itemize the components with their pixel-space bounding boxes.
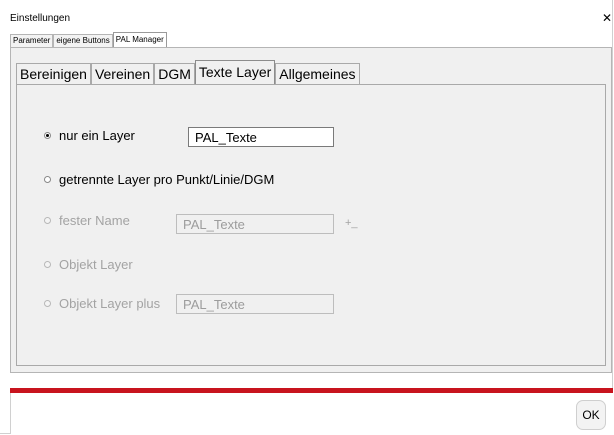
option-nur-ein-layer[interactable]: nur ein Layer: [44, 128, 135, 143]
objekt-layer-plus-input[interactable]: [176, 294, 334, 314]
radio-nur-ein-layer[interactable]: [44, 132, 51, 139]
fester-name-input[interactable]: [176, 214, 334, 234]
button-bar: [10, 393, 613, 434]
tab-allgemeines[interactable]: Allgemeines: [275, 63, 360, 84]
tab-texte-layer[interactable]: Texte Layer: [194, 60, 276, 84]
radio-objekt-layer[interactable]: [44, 261, 51, 268]
layer-name-input[interactable]: [188, 127, 334, 147]
label-nur-ein-layer: nur ein Layer: [59, 128, 135, 143]
option-fester-name[interactable]: fester Name: [44, 213, 130, 228]
label-objekt-layer: Objekt Layer: [59, 257, 133, 272]
option-getrennte-layer[interactable]: getrennte Layer pro Punkt/Linie/DGM: [44, 172, 274, 187]
label-getrennte-layer: getrennte Layer pro Punkt/Linie/DGM: [59, 172, 275, 187]
fester-name-suffix: +_: [345, 217, 358, 229]
option-objekt-layer[interactable]: Objekt Layer: [44, 257, 133, 272]
option-objekt-layer-plus[interactable]: Objekt Layer plus: [44, 296, 160, 311]
window-title: Einstellungen: [10, 13, 71, 24]
label-fester-name: fester Name: [59, 213, 130, 228]
tab-parameter[interactable]: Parameter: [10, 34, 54, 47]
label-objekt-layer-plus: Objekt Layer plus: [59, 296, 161, 311]
tab-eigene-buttons[interactable]: eigene Buttons: [53, 34, 113, 47]
close-icon[interactable]: ✕: [602, 12, 612, 24]
tab-bereinigen[interactable]: Bereinigen: [16, 63, 91, 84]
radio-fester-name[interactable]: [44, 217, 51, 224]
radio-objekt-layer-plus[interactable]: [44, 300, 51, 307]
tab-pal-manager[interactable]: PAL Manager: [112, 32, 167, 47]
radio-getrennte-layer[interactable]: [44, 176, 51, 183]
ok-button[interactable]: OK: [576, 400, 606, 430]
tab-vereinen[interactable]: Vereinen: [90, 63, 155, 84]
inner-tab-bar: Bereinigen Vereinen DGM Texte Layer Allg…: [16, 60, 360, 84]
outer-tab-bar: Parameter eigene Buttons PAL Manager: [10, 32, 167, 47]
tab-dgm[interactable]: DGM: [154, 63, 195, 84]
